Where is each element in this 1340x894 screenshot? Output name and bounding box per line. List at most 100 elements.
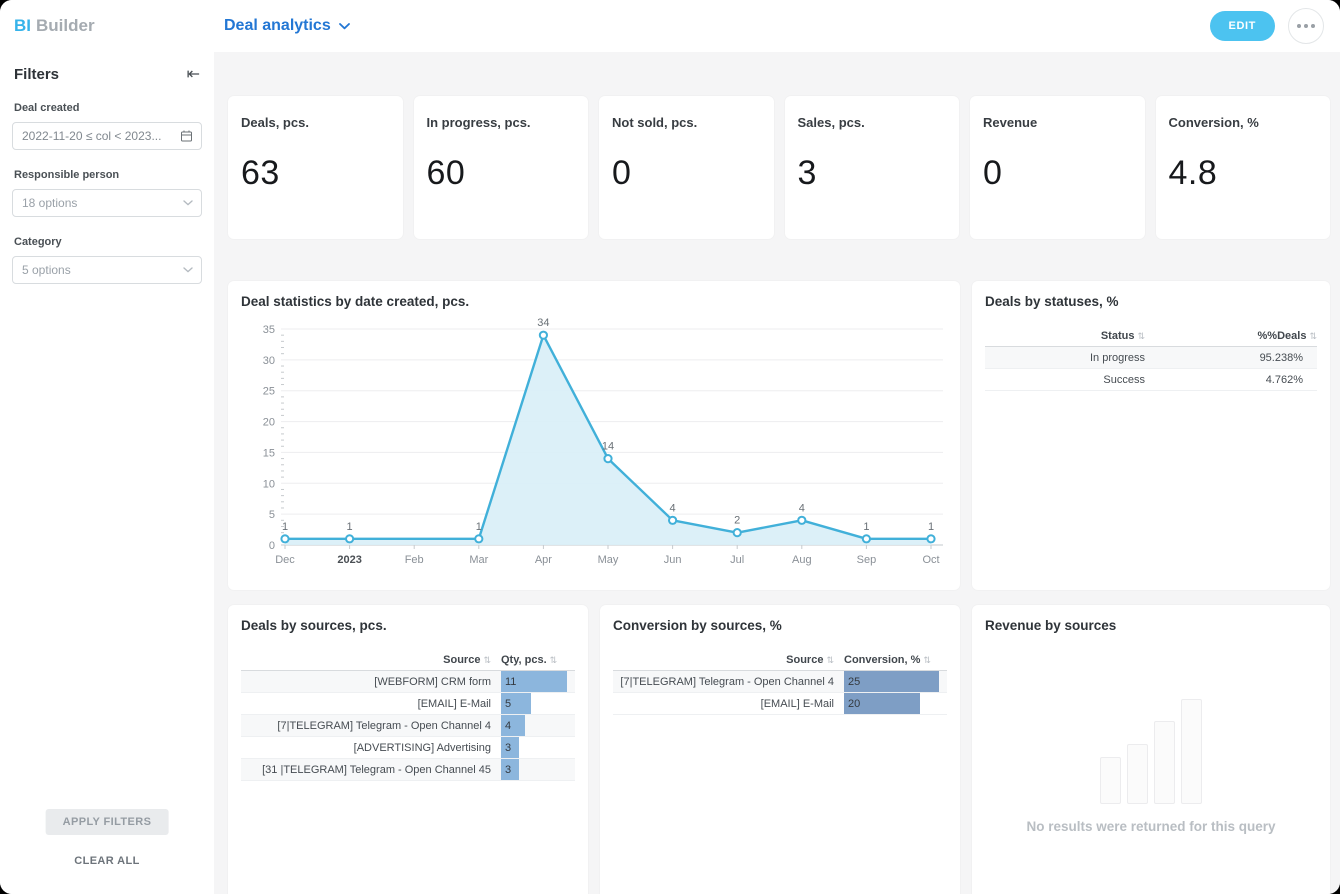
column-header[interactable]: Source⇅ (613, 654, 844, 666)
app-logo: BIBuilder (14, 0, 95, 52)
svg-text:34: 34 (537, 317, 549, 329)
charts-row: Deal statistics by date created, pcs. 05… (228, 281, 1330, 590)
kpi-label: In progress, pcs. (427, 115, 576, 130)
kpi-card-sales: Sales, pcs. 3 (785, 96, 960, 239)
collapse-sidebar-icon[interactable]: ⇤ (187, 67, 200, 83)
table-row: [7|TELEGRAM] Telegram - Open Channel 425 (613, 671, 947, 693)
table-title: Deals by sources, pcs. (241, 618, 575, 633)
bi-builder-app: BIBuilder Deal analytics EDIT Filters ⇤ … (0, 0, 1340, 894)
kpi-card-deals: Deals, pcs. 63 (228, 96, 403, 239)
filters-sidebar: Filters ⇤ Deal created Responsible perso… (0, 52, 214, 894)
filter-deal-created: Deal created (0, 102, 214, 150)
sort-icon: ⇅ (550, 655, 558, 665)
edit-button[interactable]: EDIT (1210, 11, 1275, 41)
bar-cell: 4 (501, 715, 575, 736)
filter-responsible-person: Responsible person 18 options (0, 169, 214, 217)
dashboard-title-dropdown[interactable]: Deal analytics (224, 0, 350, 52)
svg-text:Oct: Oct (922, 554, 939, 566)
column-header[interactable]: Source⇅ (241, 654, 501, 666)
placeholder-bar (1100, 757, 1121, 804)
statuses-table: Status⇅%%Deals⇅In progress95.238%Success… (985, 326, 1317, 391)
dashboard-main: Deals, pcs. 63 In progress, pcs. 60 Not … (214, 52, 1340, 894)
value-bar: 3 (501, 737, 519, 758)
svg-text:5: 5 (269, 509, 275, 521)
sources-row: Deals by sources, pcs. Source⇅Qty, pcs.⇅… (228, 605, 1330, 894)
status-cell: In progress (985, 352, 1155, 364)
chevron-down-icon (339, 23, 350, 30)
sort-icon: ⇅ (483, 655, 491, 665)
table-row: [EMAIL] E-Mail5 (241, 693, 575, 715)
bar-cell: 11 (501, 671, 575, 692)
svg-text:May: May (598, 554, 619, 566)
bar-cell: 5 (501, 693, 575, 714)
table-row: [ADVERTISING] Advertising3 (241, 737, 575, 759)
svg-text:2: 2 (734, 515, 740, 527)
svg-text:10: 10 (263, 478, 275, 490)
clear-all-button[interactable]: CLEAR ALL (74, 855, 140, 867)
kpi-label: Conversion, % (1169, 115, 1318, 130)
deal-statistics-line-chart: 05101520253035Dec2023FebMarAprMayJunJulA… (241, 314, 947, 576)
source-cell: [7|TELEGRAM] Telegram - Open Channel 4 (241, 720, 501, 732)
source-cell: [EMAIL] E-Mail (241, 698, 501, 710)
svg-text:20: 20 (263, 417, 275, 429)
status-cell: Success (985, 374, 1155, 386)
bar-cell: 3 (501, 737, 575, 758)
kpi-value: 3 (798, 154, 947, 193)
conversion-by-sources-card: Conversion by sources, % Source⇅Conversi… (600, 605, 960, 894)
filter-label: Deal created (12, 102, 202, 114)
svg-text:4: 4 (799, 502, 805, 514)
svg-text:1: 1 (928, 521, 934, 533)
deal-statistics-card: Deal statistics by date created, pcs. 05… (228, 281, 960, 590)
kpi-label: Sales, pcs. (798, 115, 947, 130)
revenue-by-sources-card: Revenue by sources No results were retur… (972, 605, 1330, 894)
placeholder-bars-icon (1100, 699, 1202, 804)
svg-text:0: 0 (269, 540, 275, 552)
table-header: Source⇅Qty, pcs.⇅ (241, 650, 575, 671)
bar-cell: 20 (844, 693, 947, 714)
filter-category: Category 5 options (0, 236, 214, 284)
kpi-value: 4.8 (1169, 154, 1318, 193)
kpi-label: Not sold, pcs. (612, 115, 761, 130)
table-row: Success4.762% (985, 369, 1317, 391)
svg-text:14: 14 (602, 441, 614, 453)
column-header[interactable]: Qty, pcs.⇅ (501, 654, 575, 666)
value-bar: 20 (844, 693, 920, 714)
column-header[interactable]: Conversion, %⇅ (844, 654, 947, 666)
responsible-person-select[interactable]: 18 options (12, 189, 202, 217)
deals-by-sources-table: Source⇅Qty, pcs.⇅[WEBFORM] CRM form11[EM… (241, 650, 575, 781)
sort-icon: ⇅ (1137, 331, 1145, 341)
column-header[interactable]: Status⇅ (985, 330, 1155, 342)
kpi-value: 0 (612, 154, 761, 193)
chevron-down-icon (183, 200, 193, 206)
svg-text:15: 15 (263, 447, 275, 459)
percent-cell: 95.238% (1155, 352, 1317, 364)
deals-by-statuses-card: Deals by statuses, % Status⇅%%Deals⇅In p… (972, 281, 1330, 590)
svg-text:Mar: Mar (469, 554, 488, 566)
sort-icon: ⇅ (1309, 331, 1317, 341)
more-options-button[interactable] (1288, 8, 1324, 44)
chevron-down-icon (183, 267, 193, 273)
value-bar: 3 (501, 759, 519, 780)
table-title: Conversion by sources, % (613, 618, 947, 633)
table-header: Source⇅Conversion, %⇅ (613, 650, 947, 671)
sort-icon: ⇅ (826, 655, 834, 665)
filters-title: Filters (14, 66, 59, 83)
column-header[interactable]: %%Deals⇅ (1155, 330, 1317, 342)
category-select[interactable]: 5 options (12, 256, 202, 284)
date-range-field[interactable] (12, 122, 202, 150)
table-row: [7|TELEGRAM] Telegram - Open Channel 44 (241, 715, 575, 737)
svg-text:Apr: Apr (535, 554, 552, 566)
source-cell: [ADVERTISING] Advertising (241, 742, 501, 754)
value-bar: 25 (844, 671, 939, 692)
date-range-input[interactable] (13, 123, 201, 149)
calendar-icon (180, 130, 193, 143)
svg-text:1: 1 (282, 521, 288, 533)
ellipsis-icon (1297, 24, 1301, 28)
select-value: 5 options (13, 263, 71, 277)
table-row: [WEBFORM] CRM form11 (241, 671, 575, 693)
filter-label: Category (12, 236, 202, 248)
kpi-card-revenue: Revenue 0 (970, 96, 1145, 239)
value-bar: 4 (501, 715, 525, 736)
apply-filters-button[interactable]: APPLY FILTERS (46, 809, 169, 835)
svg-text:Jun: Jun (664, 554, 682, 566)
